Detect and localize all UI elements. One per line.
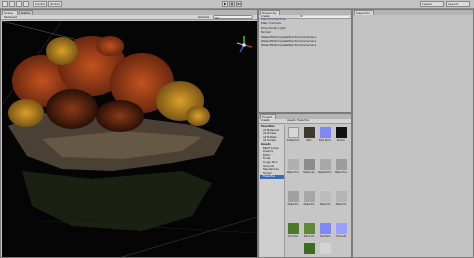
asset-label: Maple Pre (287, 203, 299, 206)
scene-search-input[interactable]: All (213, 15, 253, 20)
hierarchy-item[interactable]: WaterHDSimpleRefl/ect/mainCamera (261, 43, 316, 47)
asset-thumb[interactable] (304, 159, 315, 170)
asset-thumb[interactable] (320, 159, 331, 170)
layout-dropdown[interactable]: Layout (446, 1, 470, 7)
layers-dropdown[interactable]: Layers (420, 1, 444, 7)
asset-thumb[interactable] (336, 159, 347, 170)
gizmos-dropdown[interactable]: Gizmos (197, 15, 211, 20)
asset-thumb[interactable] (288, 127, 299, 138)
pause-icon (230, 2, 234, 6)
scene-toolbar: Textured Gizmos All (1, 15, 257, 20)
asset-thumb[interactable] (320, 243, 331, 254)
rotate-tool-icon[interactable] (16, 1, 22, 7)
asset-label: Bark (306, 139, 312, 142)
breadcrumb-current[interactable]: Trees Ess (297, 119, 309, 123)
project-toolbar: Create Assets Trees Ess (259, 119, 351, 124)
tree-canopy (186, 106, 210, 126)
asset-thumb[interactable] (288, 191, 299, 202)
tree-item-selected[interactable]: Trees Ess (260, 175, 284, 179)
asset-label: Maple Trun (287, 171, 299, 174)
inspector-panel: Inspector (352, 9, 474, 258)
asset-thumb[interactable] (336, 191, 347, 202)
breadcrumb-assets[interactable]: Assets (287, 119, 295, 123)
scale-tool-icon[interactable] (23, 1, 29, 7)
tree-canopy (8, 99, 44, 127)
pause-button[interactable] (229, 1, 235, 7)
move-tool-icon[interactable] (9, 1, 15, 7)
shading-mode-dropdown[interactable]: Textured (3, 15, 21, 20)
asset-label: Maple Norm (318, 171, 332, 174)
asset-thumb[interactable] (336, 223, 347, 234)
asset-thumb[interactable] (304, 191, 315, 202)
play-icon (224, 2, 227, 6)
asset-label: Maple Trun (335, 171, 347, 174)
project-folder-tree: Favorites All Materials All Models All P… (260, 125, 285, 257)
asset-label: Maple Lea (303, 171, 315, 174)
tree-canopy (46, 37, 78, 65)
asset-label: Branch (337, 139, 345, 142)
asset-thumb[interactable] (288, 159, 299, 170)
project-create-button[interactable]: Create (261, 119, 270, 123)
scene-render (2, 21, 257, 257)
asset-label: Shrub Tre (303, 235, 315, 238)
scene-panel: Scene Game Textured Gizmos All (0, 9, 258, 258)
hierarchy-panel: Hierarchy Create All Main/Profile/Tree M… (258, 9, 352, 113)
play-button[interactable] (222, 1, 228, 7)
asset-label: Maple Tre (319, 203, 331, 206)
asset-label: Maple Tre (335, 203, 347, 206)
asset-thumb[interactable] (320, 127, 331, 138)
asset-label: Maple Pre (303, 203, 315, 206)
step-icon (237, 2, 241, 6)
asset-thumb[interactable] (288, 223, 299, 234)
tree-canopy (96, 100, 144, 132)
water-reflection (22, 171, 212, 231)
asset-thumb[interactable] (304, 243, 315, 254)
asset-label: Pine Tree (288, 235, 298, 238)
asset-label: Bark Norm (319, 139, 331, 142)
orientation-gizmo[interactable] (236, 36, 253, 53)
tree-canopy (46, 89, 98, 129)
tree-canopy (96, 36, 124, 56)
scene-viewport[interactable] (2, 21, 257, 257)
asset-label: Tree Bark (319, 235, 331, 238)
hierarchy-list: Main/Profile/Tree Main Camera Directiona… (261, 17, 316, 48)
asset-label: Tree Leaf (336, 235, 346, 238)
asset-thumb[interactable] (304, 127, 315, 138)
asset-thumb[interactable] (336, 127, 347, 138)
hand-tool-icon[interactable] (2, 1, 8, 7)
asset-label: Ambient Oc (286, 139, 300, 142)
main-toolbar: Center Global Layers Layout (0, 0, 474, 9)
step-button[interactable] (236, 1, 242, 7)
project-panel: Project Create Assets Trees Ess Favorite… (258, 113, 352, 258)
tab-inspector[interactable]: Inspector (354, 10, 374, 15)
space-toggle[interactable]: Global (48, 1, 62, 7)
asset-thumb[interactable] (320, 191, 331, 202)
asset-thumb[interactable] (304, 223, 315, 234)
asset-thumb[interactable] (320, 223, 331, 234)
project-asset-grid: Ambient Oc Bark Bark Norm Branch Maple T… (286, 125, 350, 257)
pivot-toggle[interactable]: Center (33, 1, 47, 7)
